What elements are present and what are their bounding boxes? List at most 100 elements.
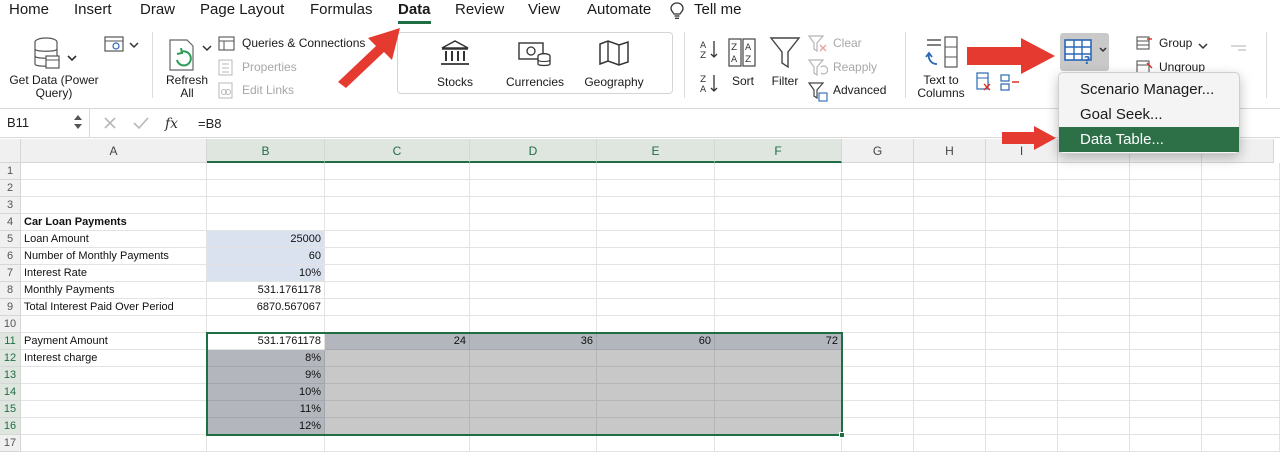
menu-item-scenario-manager[interactable]: Scenario Manager...	[1059, 77, 1239, 102]
cell-l2[interactable]	[1202, 180, 1280, 197]
row-header-8[interactable]: 8	[0, 282, 21, 299]
cell-h14[interactable]	[914, 384, 986, 401]
cell-c17[interactable]	[325, 435, 470, 452]
cell-k2[interactable]	[1130, 180, 1202, 197]
cell-g9[interactable]	[842, 299, 914, 316]
row-header-7[interactable]: 7	[0, 265, 21, 282]
row-header-9[interactable]: 9	[0, 299, 21, 316]
cell-h6[interactable]	[914, 248, 986, 265]
cell-g2[interactable]	[842, 180, 914, 197]
cell-d5[interactable]	[470, 231, 597, 248]
cell-i13[interactable]	[986, 367, 1058, 384]
cell-d10[interactable]	[470, 316, 597, 333]
database-icon[interactable]	[32, 36, 78, 77]
group-chevron-icon[interactable]	[1198, 38, 1208, 56]
cell-a2[interactable]	[21, 180, 207, 197]
cell-i1[interactable]	[986, 163, 1058, 180]
cell-e5[interactable]	[597, 231, 715, 248]
cell-a1[interactable]	[21, 163, 207, 180]
cell-d2[interactable]	[470, 180, 597, 197]
cell-k5[interactable]	[1130, 231, 1202, 248]
column-header-g[interactable]: G	[842, 139, 914, 163]
cell-b5[interactable]: 25000	[207, 231, 325, 248]
cell-h10[interactable]	[914, 316, 986, 333]
cell-l1[interactable]	[1202, 163, 1280, 180]
cell-h7[interactable]	[914, 265, 986, 282]
cell-a10[interactable]	[21, 316, 207, 333]
cell-k12[interactable]	[1130, 350, 1202, 367]
cell-g10[interactable]	[842, 316, 914, 333]
column-header-d[interactable]: D	[470, 139, 597, 163]
cell-f6[interactable]	[715, 248, 842, 265]
row-header-10[interactable]: 10	[0, 316, 21, 333]
cell-k7[interactable]	[1130, 265, 1202, 282]
advanced-button[interactable]: Advanced	[833, 84, 886, 97]
cell-i16[interactable]	[986, 418, 1058, 435]
cell-h3[interactable]	[914, 197, 986, 214]
cell-k3[interactable]	[1130, 197, 1202, 214]
cell-g6[interactable]	[842, 248, 914, 265]
name-box-stepper-icon[interactable]	[73, 112, 83, 137]
cell-e6[interactable]	[597, 248, 715, 265]
cell-d17[interactable]	[470, 435, 597, 452]
cell-j13[interactable]	[1058, 367, 1130, 384]
cell-l9[interactable]	[1202, 299, 1280, 316]
cell-k17[interactable]	[1130, 435, 1202, 452]
text-to-columns-button[interactable]: Text to Columns	[912, 74, 970, 100]
cell-j9[interactable]	[1058, 299, 1130, 316]
cell-a5[interactable]: Loan Amount	[21, 231, 207, 248]
cell-j1[interactable]	[1058, 163, 1130, 180]
cell-g7[interactable]	[842, 265, 914, 282]
cell-f5[interactable]	[715, 231, 842, 248]
cell-f17[interactable]	[715, 435, 842, 452]
cell-c3[interactable]	[325, 197, 470, 214]
stocks-icon[interactable]	[439, 39, 471, 72]
row-header-2[interactable]: 2	[0, 180, 21, 197]
cell-g12[interactable]	[842, 350, 914, 367]
cell-b17[interactable]	[207, 435, 325, 452]
tab-draw[interactable]: Draw	[140, 1, 175, 18]
column-header-a[interactable]: A	[21, 139, 207, 163]
cell-l8[interactable]	[1202, 282, 1280, 299]
cell-h15[interactable]	[914, 401, 986, 418]
row-header-4[interactable]: 4	[0, 214, 21, 231]
cell-d3[interactable]	[470, 197, 597, 214]
cell-f1[interactable]	[715, 163, 842, 180]
cell-f2[interactable]	[715, 180, 842, 197]
cell-l4[interactable]	[1202, 214, 1280, 231]
cell-c10[interactable]	[325, 316, 470, 333]
cell-a4[interactable]: Car Loan Payments	[21, 214, 207, 231]
cell-j11[interactable]	[1058, 333, 1130, 350]
cell-e2[interactable]	[597, 180, 715, 197]
row-header-17[interactable]: 17	[0, 435, 21, 452]
cell-j7[interactable]	[1058, 265, 1130, 282]
formula-input[interactable]: =B8	[198, 116, 222, 131]
text-to-columns-icon[interactable]	[923, 36, 959, 75]
currencies-label[interactable]: Currencies	[497, 76, 573, 89]
cell-l11[interactable]	[1202, 333, 1280, 350]
filter-icon[interactable]	[769, 36, 801, 75]
cell-k14[interactable]	[1130, 384, 1202, 401]
queries-icon[interactable]	[218, 36, 236, 57]
remove-duplicates-icon[interactable]	[976, 72, 992, 97]
cell-i15[interactable]	[986, 401, 1058, 418]
insert-function-icon[interactable]: fx	[164, 114, 186, 137]
cell-b2[interactable]	[207, 180, 325, 197]
currencies-icon[interactable]	[518, 40, 552, 73]
cell-c9[interactable]	[325, 299, 470, 316]
cell-i7[interactable]	[986, 265, 1058, 282]
cell-l6[interactable]	[1202, 248, 1280, 265]
cell-k1[interactable]	[1130, 163, 1202, 180]
cell-f4[interactable]	[715, 214, 842, 231]
cell-a9[interactable]: Total Interest Paid Over Period	[21, 299, 207, 316]
cell-i10[interactable]	[986, 316, 1058, 333]
row-header-16[interactable]: 16	[0, 418, 21, 435]
cell-i6[interactable]	[986, 248, 1058, 265]
cell-e10[interactable]	[597, 316, 715, 333]
row-header-3[interactable]: 3	[0, 197, 21, 214]
cell-a17[interactable]	[21, 435, 207, 452]
cell-a3[interactable]	[21, 197, 207, 214]
cell-c1[interactable]	[325, 163, 470, 180]
cell-a16[interactable]	[21, 418, 207, 435]
cell-g11[interactable]	[842, 333, 914, 350]
